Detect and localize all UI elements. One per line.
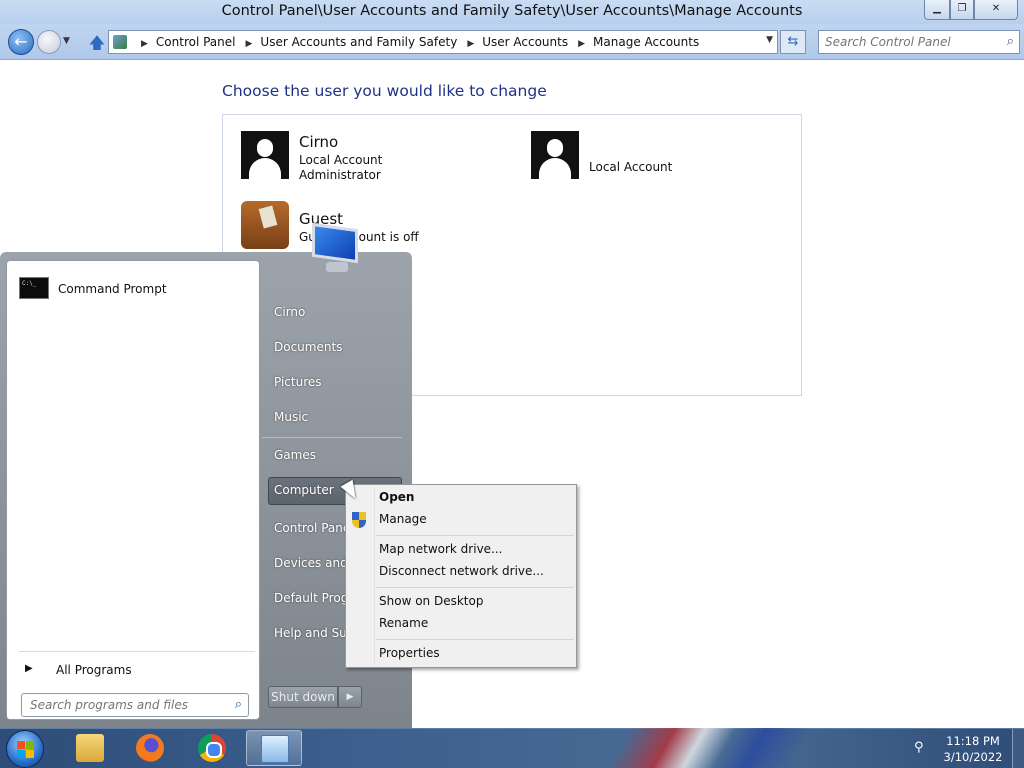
- start-link-pictures[interactable]: Pictures: [274, 375, 322, 389]
- all-programs-button[interactable]: ▶ All Programs: [19, 659, 255, 683]
- menu-separator: [376, 639, 574, 640]
- start-menu-programs-pane: C:\_ Command Prompt ▶ All Programs ⌕: [6, 260, 260, 720]
- address-toolbar: ← ▼ 🡅 ▶ Control Panel ▶ User Accounts and F…: [0, 24, 1024, 60]
- menu-item-map-network-drive[interactable]: Map network drive...: [379, 542, 503, 556]
- divider: [19, 651, 255, 652]
- account-tile-local[interactable]: Local Account: [531, 131, 771, 183]
- window-title: Control Panel\User Accounts and Family S…: [221, 3, 803, 19]
- taskbar-explorer[interactable]: [62, 730, 118, 766]
- wallpaper-strip: [600, 728, 880, 768]
- shutdown-button[interactable]: Shut down: [268, 686, 338, 708]
- account-name: Cirno: [299, 133, 339, 151]
- start-link-computer[interactable]: Computer: [274, 483, 334, 497]
- account-type: Local Account: [589, 160, 673, 174]
- menu-item-open[interactable]: Open: [379, 490, 414, 504]
- breadcrumb-separator-icon[interactable]: ▶: [246, 39, 253, 49]
- uac-shield-icon: [352, 512, 366, 528]
- breadcrumb-user-accounts-family-safety[interactable]: User Accounts and Family Safety: [260, 35, 457, 49]
- control-panel-icon: [261, 735, 289, 763]
- clock-date: 3/10/2022: [943, 750, 1003, 764]
- shutdown-options-arrow-icon[interactable]: ▶: [338, 686, 362, 708]
- windows-logo-icon: [17, 741, 35, 759]
- breadcrumb-control-panel[interactable]: Control Panel: [156, 35, 236, 49]
- refresh-button[interactable]: ⇆: [780, 30, 806, 54]
- pinned-command-prompt[interactable]: C:\_ Command Prompt: [15, 275, 255, 303]
- all-programs-label: All Programs: [56, 663, 132, 677]
- breadcrumb-separator-icon[interactable]: ▶: [578, 39, 585, 49]
- menu-item-rename[interactable]: Rename: [379, 616, 428, 630]
- title-bar[interactable]: Control Panel\User Accounts and Family S…: [0, 0, 1024, 24]
- taskbar-firefox[interactable]: [122, 730, 178, 766]
- start-link-user[interactable]: Cirno: [274, 305, 305, 319]
- menu-item-properties[interactable]: Properties: [379, 646, 440, 660]
- chevron-down-icon[interactable]: ▼: [766, 35, 773, 45]
- page-title: Choose the user you would like to change: [222, 82, 547, 100]
- start-link-documents[interactable]: Documents: [274, 340, 342, 354]
- control-panel-icon: [113, 35, 127, 49]
- start-search-input[interactable]: [30, 698, 220, 712]
- taskbar-chrome[interactable]: [184, 730, 240, 766]
- menu-gutter: [374, 487, 375, 665]
- restore-button[interactable]: ❐: [950, 0, 974, 20]
- back-button[interactable]: ←: [8, 29, 34, 55]
- breadcrumb-user-accounts[interactable]: User Accounts: [482, 35, 568, 49]
- start-button[interactable]: [6, 730, 44, 768]
- start-search-box[interactable]: ⌕: [21, 693, 249, 717]
- minimize-button[interactable]: ▁: [924, 0, 950, 20]
- breadcrumb-separator-icon[interactable]: ▶: [467, 39, 474, 49]
- start-link-control-panel[interactable]: Control Panel: [274, 521, 354, 535]
- windows-explorer-icon: [76, 734, 104, 762]
- network-icon[interactable]: ⚲: [914, 740, 932, 756]
- up-arrow-icon[interactable]: 🡅: [88, 32, 106, 52]
- menu-item-disconnect-network-drive[interactable]: Disconnect network drive...: [379, 564, 544, 578]
- account-tile-cirno[interactable]: Cirno Local Account Administrator: [241, 131, 501, 183]
- user-avatar-icon: [531, 131, 579, 179]
- taskbar-control-panel[interactable]: [246, 730, 302, 766]
- program-label: Command Prompt: [58, 282, 167, 296]
- arrow-right-icon: ▶: [25, 663, 33, 674]
- account-type: Local Account: [299, 153, 383, 167]
- breadcrumb-separator-icon[interactable]: ▶: [141, 39, 148, 49]
- breadcrumb: ▶ Control Panel ▶ User Accounts and Family …: [131, 35, 699, 49]
- chrome-icon: [198, 734, 226, 762]
- clock-time: 11:18 PM: [946, 734, 1000, 748]
- user-avatar-icon: [241, 131, 289, 179]
- address-bar[interactable]: ▶ Control Panel ▶ User Accounts and Family …: [108, 30, 778, 54]
- breadcrumb-manage-accounts[interactable]: Manage Accounts: [593, 35, 699, 49]
- account-role: Administrator: [299, 168, 381, 182]
- menu-item-show-on-desktop[interactable]: Show on Desktop: [379, 594, 483, 608]
- clock[interactable]: 11:18 PM 3/10/2022: [940, 733, 1006, 765]
- menu-separator: [376, 535, 574, 536]
- start-link-games[interactable]: Games: [274, 448, 316, 462]
- start-link-music[interactable]: Music: [274, 410, 308, 424]
- recent-pages-dropdown[interactable]: ▼: [63, 36, 70, 46]
- context-menu: Open Manage Map network drive... Disconn…: [345, 484, 577, 668]
- forward-button[interactable]: [37, 30, 61, 54]
- search-input[interactable]: [825, 35, 995, 49]
- close-button[interactable]: ✕: [974, 0, 1018, 20]
- search-icon[interactable]: ⌕: [1007, 34, 1014, 49]
- search-control-panel[interactable]: ⌕: [818, 30, 1020, 54]
- firefox-icon: [136, 734, 164, 762]
- account-tile-guest[interactable]: Guest Guest account is off: [241, 201, 501, 253]
- search-icon[interactable]: ⌕: [235, 697, 242, 712]
- menu-item-manage[interactable]: Manage: [379, 512, 427, 526]
- guest-suitcase-icon: [241, 201, 289, 249]
- menu-separator: [376, 587, 574, 588]
- command-prompt-icon: C:\_: [19, 277, 49, 299]
- show-desktop-button[interactable]: [1012, 729, 1024, 768]
